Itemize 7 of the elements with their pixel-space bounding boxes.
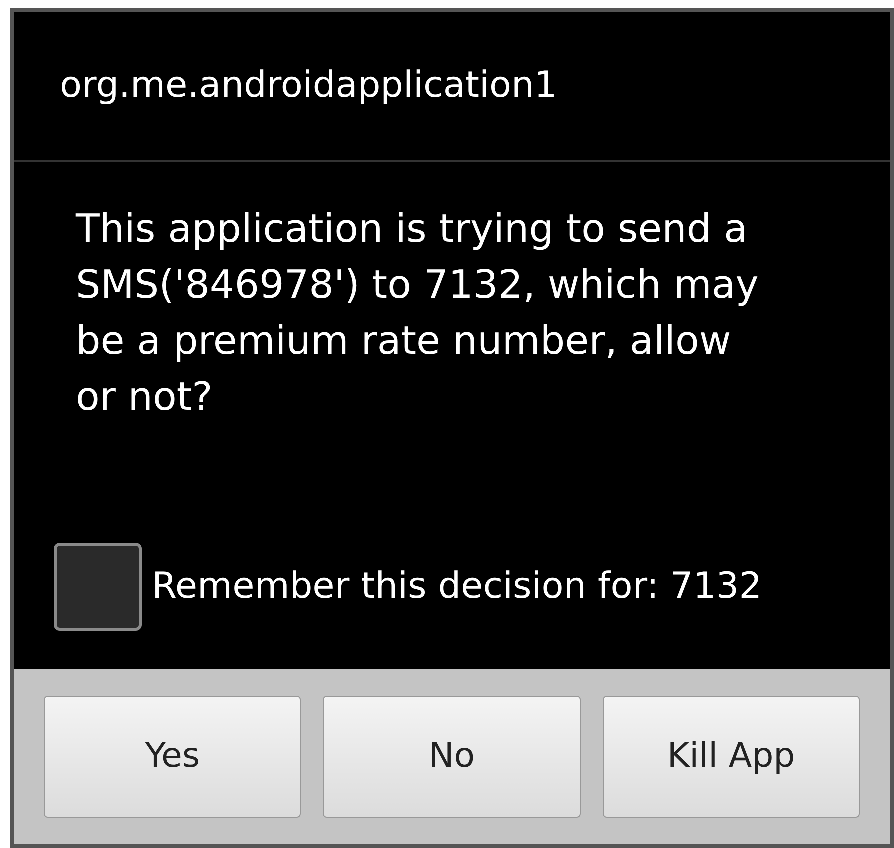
dialog-message: This application is trying to send a SMS('846978') to 7132, which may be a premium rate number, allow or not? xyxy=(74,206,760,422)
remember-checkbox[interactable] xyxy=(54,543,142,631)
dialog-button[interactable]: Kill App xyxy=(602,696,860,818)
dialog-button[interactable]: No xyxy=(323,696,581,818)
remember-label: Remember this decision for: 7132 xyxy=(152,565,762,609)
dialog-title: org.me.androidapplication1 xyxy=(14,12,890,162)
dialog-button[interactable]: Yes xyxy=(44,696,302,818)
